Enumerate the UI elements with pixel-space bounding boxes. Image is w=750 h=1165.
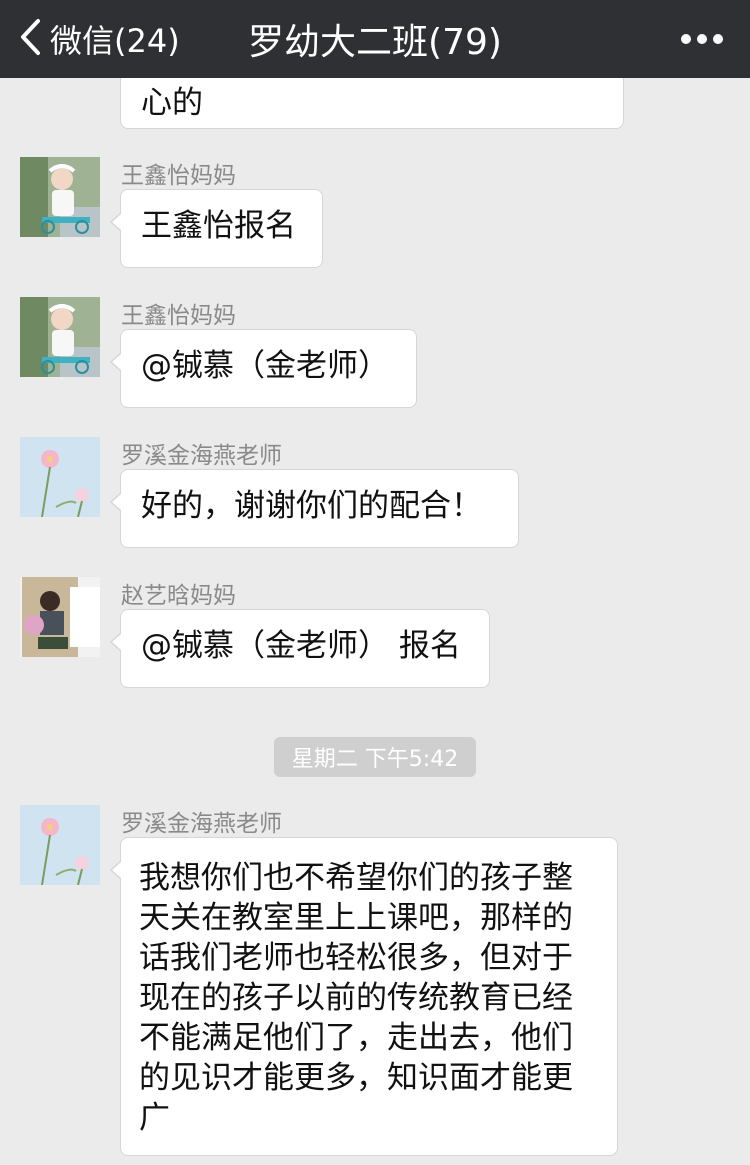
message-text: @铖慕（金老师） 报名 xyxy=(141,628,461,664)
chat-area[interactable]: 心的 王鑫怡妈妈 王鑫怡报名 王鑫怡妈妈 @铖慕（金老师） 罗溪金海燕老师 好的… xyxy=(0,78,750,1165)
message-line: 的见识才能更多，知识面才能更 xyxy=(139,1060,573,1096)
avatar[interactable] xyxy=(20,157,100,237)
avatar[interactable] xyxy=(20,805,100,885)
avatar[interactable] xyxy=(20,297,100,377)
message-bubble[interactable]: @铖慕（金老师） xyxy=(110,329,417,408)
message-line: 话我们老师也轻松很多，但对于 xyxy=(139,940,573,976)
more-dots-icon xyxy=(680,30,724,49)
sender-name: 赵艺晗妈妈 xyxy=(121,583,236,609)
message-bubble[interactable]: 心的 xyxy=(120,78,624,129)
avatar[interactable] xyxy=(20,437,100,517)
message-text: 心的 xyxy=(141,85,203,121)
message-line: 天关在教室里上上课吧，那样的 xyxy=(139,900,573,936)
message-text: 好的，谢谢你们的配合！ xyxy=(141,488,482,524)
more-button[interactable] xyxy=(680,0,724,78)
message-text: @铖慕（金老师） xyxy=(141,348,389,384)
timestamp-badge: 星期二 下午5:42 xyxy=(274,737,476,777)
message-bubble[interactable]: 好的，谢谢你们的配合！ xyxy=(110,469,519,548)
message-line: 不能满足他们了，走出去，他们 xyxy=(139,1020,573,1056)
sender-name: 罗溪金海燕老师 xyxy=(121,811,282,837)
message-bubble[interactable]: 我想你们也不希望你们的孩子整 天关在教室里上上课吧，那样的 话我们老师也轻松很多… xyxy=(110,837,618,1156)
message-line: 广 xyxy=(139,1100,170,1136)
message-line: 现在的孩子以前的传统教育已经 xyxy=(139,980,573,1016)
message-bubble[interactable]: @铖慕（金老师） 报名 xyxy=(110,609,490,688)
avatar[interactable] xyxy=(20,577,100,657)
message-bubble[interactable]: 王鑫怡报名 xyxy=(110,189,323,268)
sender-name: 王鑫怡妈妈 xyxy=(121,163,236,189)
sender-name: 王鑫怡妈妈 xyxy=(121,303,236,329)
nav-bar: 微信(24) 罗幼大二班(79) xyxy=(0,0,750,78)
message-text: 王鑫怡报名 xyxy=(141,208,296,244)
message-line: 我想你们也不希望你们的孩子整 xyxy=(139,860,573,896)
sender-name: 罗溪金海燕老师 xyxy=(121,443,282,469)
chat-title: 罗幼大二班(79) xyxy=(248,22,502,63)
